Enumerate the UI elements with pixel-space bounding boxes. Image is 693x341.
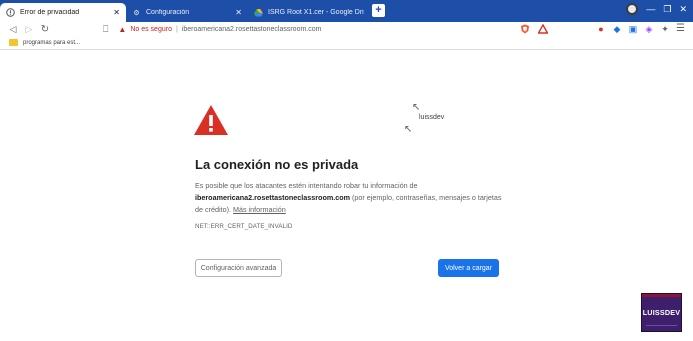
tab-google-drive[interactable]: ISRG Root X1.cer - Google Drive <box>248 3 370 22</box>
channel-logo: LUISSDEV <box>641 293 682 332</box>
logo-divider <box>646 325 677 326</box>
tab-privacy-error[interactable]: Error de privacidad ✕ <box>0 3 126 22</box>
minimize-icon[interactable]: — <box>646 4 655 14</box>
extension-icon[interactable]: ● <box>596 24 606 34</box>
close-tab-icon[interactable]: ✕ <box>235 8 242 17</box>
mouse-cursor-icon: ↖ <box>412 102 421 113</box>
tab-strip: Error de privacidad ✕ ⚙ Configuración ✕ … <box>0 0 693 22</box>
google-drive-icon <box>254 8 263 17</box>
advanced-settings-button[interactable]: Configuración avanzada <box>195 259 282 277</box>
puzzle-icon[interactable]: ✦ <box>660 24 670 34</box>
gear-icon: ⚙ <box>133 9 140 17</box>
reload-button[interactable]: Volver a cargar <box>438 259 499 277</box>
logo-text: LUISSDEV <box>642 308 681 317</box>
error-description: Es posible que los atacantes estén inten… <box>195 180 505 216</box>
folder-icon <box>9 39 18 46</box>
description-domain: iberoamericana2.rosettastoneclassroom.co… <box>195 193 350 202</box>
mouse-cursor-icon: ↖ <box>404 124 413 135</box>
warning-circle-icon <box>6 8 15 17</box>
logo-band <box>642 294 681 297</box>
description-prefix: Es posible que los atacantes estén inten… <box>195 181 418 190</box>
reload-icon[interactable]: ↻ <box>39 24 51 35</box>
address-bar-url[interactable]: iberoamericana2.rosettastoneclassroom.co… <box>182 26 322 33</box>
more-info-link[interactable]: Más información <box>233 205 286 214</box>
window-controls: — ❐ ✕ <box>626 3 687 15</box>
overlay-username: luissdev <box>419 114 445 121</box>
extension-icon[interactable]: ▣ <box>628 24 638 34</box>
brave-rewards-icon[interactable] <box>538 24 548 34</box>
danger-triangle-icon <box>194 105 228 135</box>
tab-label: Configuración <box>146 9 190 16</box>
forward-icon[interactable]: ▷ <box>23 24 35 35</box>
menu-icon[interactable]: ☰ <box>676 23 685 34</box>
security-indicator[interactable]: ▲ No es seguro <box>118 25 172 34</box>
address-toolbar: ◁ ▷ ↻ ⎕ ▲ No es seguro | iberoamericana2… <box>0 22 693 36</box>
page-title: La conexión no es privada <box>195 157 359 172</box>
extension-icon[interactable]: ◆ <box>612 24 622 34</box>
tab-label: ISRG Root X1.cer - Google Drive <box>268 9 364 16</box>
warning-triangle-icon: ▲ <box>118 24 127 34</box>
maximize-icon[interactable]: ❐ <box>663 4 671 15</box>
close-tab-icon[interactable]: ✕ <box>113 8 120 17</box>
close-window-icon[interactable]: ✕ <box>679 4 687 15</box>
tab-settings[interactable]: ⚙ Configuración ✕ <box>126 3 248 22</box>
security-label: No es seguro <box>130 25 172 33</box>
new-tab-button[interactable]: + <box>372 4 385 17</box>
extension-icon[interactable]: ◈ <box>644 24 654 34</box>
brave-shield-icon[interactable] <box>520 24 530 34</box>
bookmark-icon[interactable]: ⎕ <box>103 24 108 35</box>
url-separator: | <box>175 25 178 33</box>
error-code: NET::ERR_CERT_DATE_INVALID <box>195 223 293 230</box>
tab-label: Error de privacidad <box>20 9 80 16</box>
profile-avatar-icon[interactable] <box>626 3 639 15</box>
back-icon[interactable]: ◁ <box>7 24 19 35</box>
bookmark-folder[interactable]: programas para est... <box>23 40 80 46</box>
bookmarks-bar: programas para est... <box>0 36 693 50</box>
